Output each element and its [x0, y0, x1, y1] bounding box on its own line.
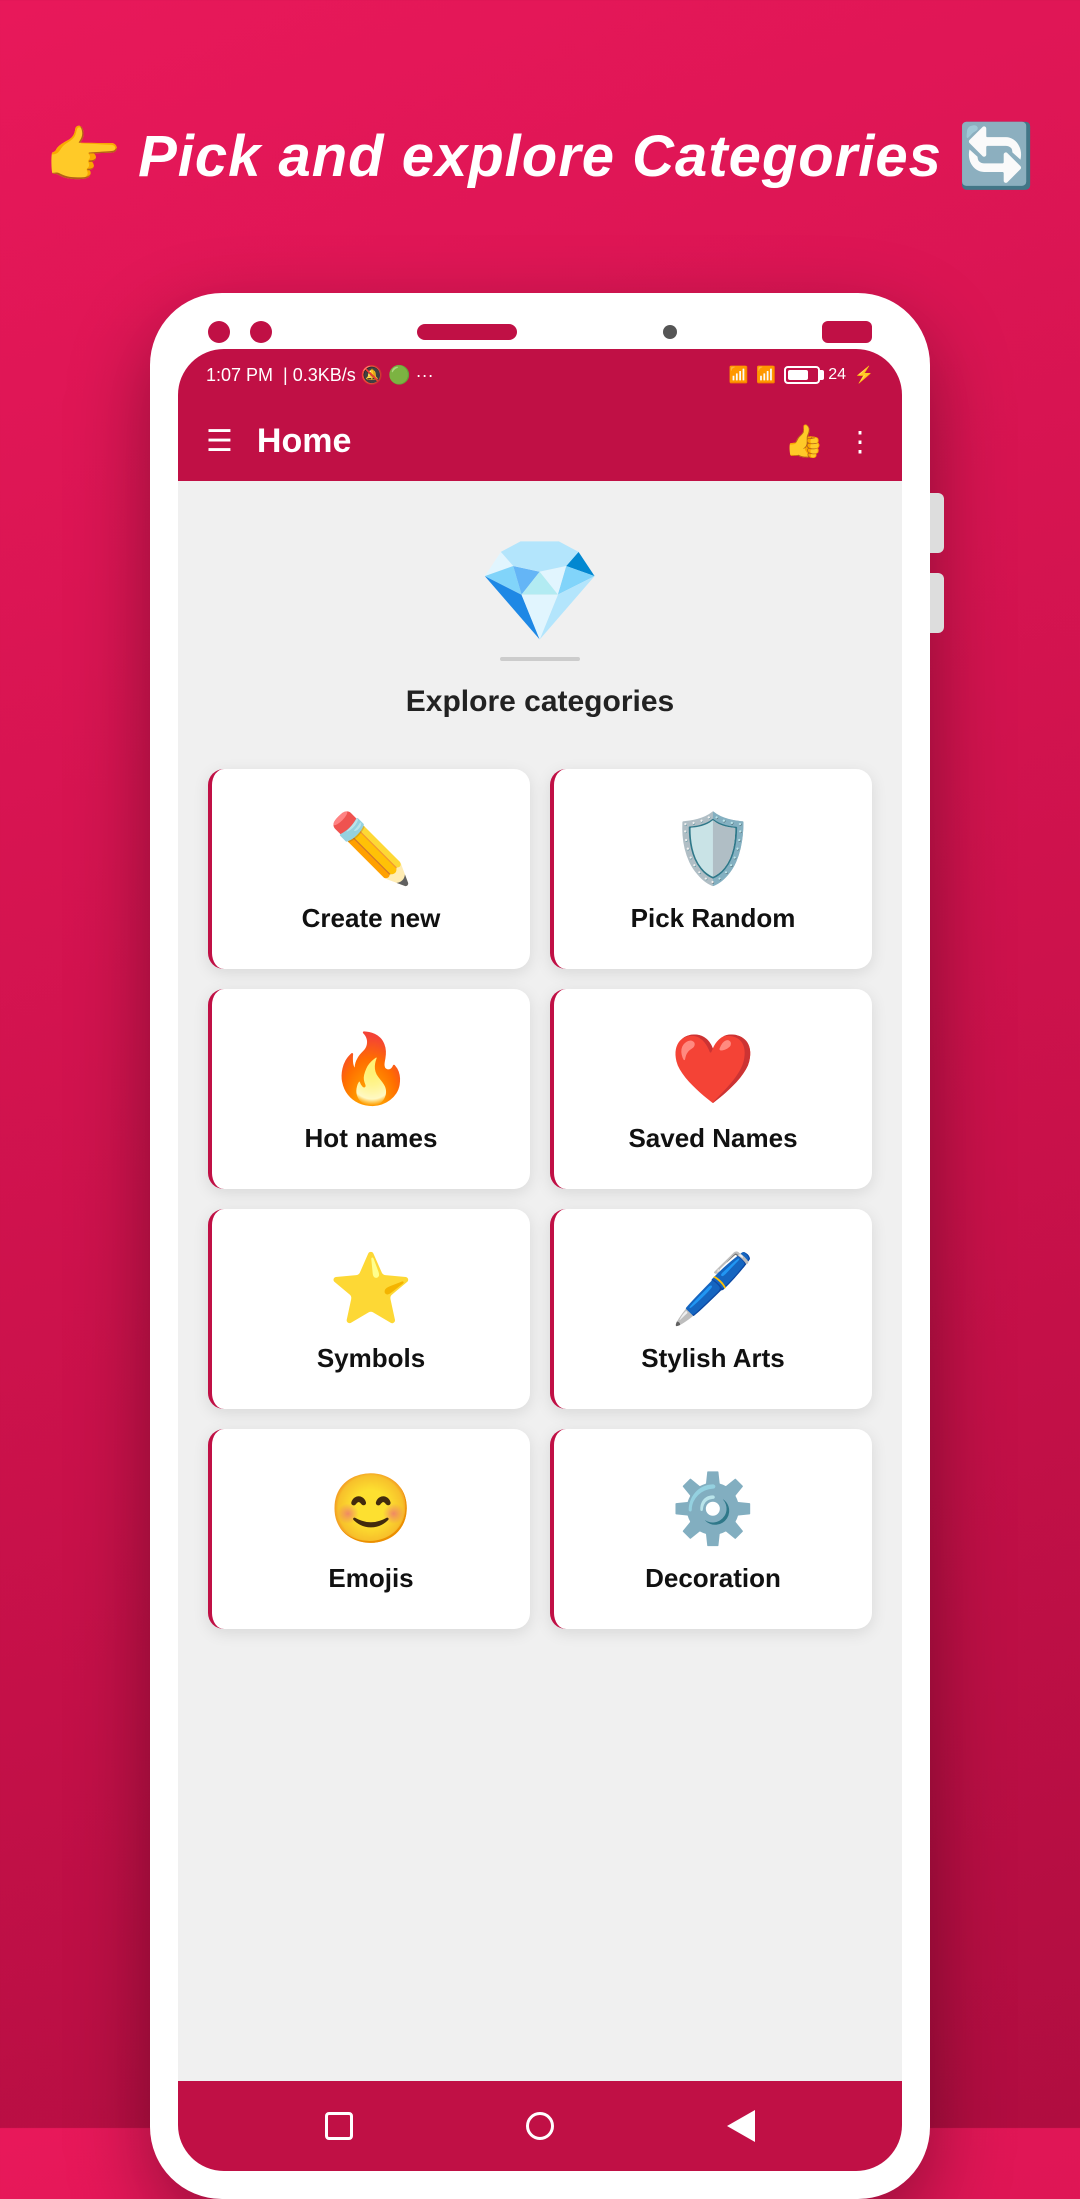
app-title: Home	[257, 422, 351, 461]
heading-emoji: 👉	[45, 120, 122, 193]
camera-area	[208, 321, 272, 343]
phone-frame: 1:07 PM | 0.3KB/s 🔕 🟢 ··· 📶 📶 24 ⚡ ☰ Hom…	[150, 293, 930, 2199]
category-card-create-new[interactable]: ✏️ Create new	[208, 769, 530, 969]
nav-home-button[interactable]	[325, 2112, 353, 2140]
pick-random-icon: 🛡️	[671, 815, 756, 883]
category-card-decoration[interactable]: ⚙️ Decoration	[550, 1429, 872, 1629]
category-card-emojis[interactable]: 😊 Emojis	[208, 1429, 530, 1629]
phone-top-bar	[178, 321, 902, 343]
like-button[interactable]: 👍	[784, 422, 824, 460]
saved-names-icon: ❤️	[671, 1035, 756, 1103]
diamond-section: 💎 Explore categories	[208, 511, 872, 769]
create-new-icon: ✏️	[329, 815, 414, 883]
hot-names-icon: 🔥	[329, 1035, 414, 1103]
decoration-label: Decoration	[645, 1563, 781, 1594]
heading-icon: 🔄	[958, 120, 1035, 193]
category-card-symbols[interactable]: ⭐ Symbols	[208, 1209, 530, 1409]
app-bar-left: ☰ Home	[206, 422, 351, 461]
diamond-divider	[500, 657, 580, 661]
symbols-label: Symbols	[317, 1343, 425, 1374]
speaker	[417, 324, 517, 340]
nav-back-icon	[727, 2110, 755, 2142]
status-bar: 1:07 PM | 0.3KB/s 🔕 🟢 ··· 📶 📶 24 ⚡	[178, 349, 902, 401]
stylish-arts-label: Stylish Arts	[641, 1343, 785, 1374]
hot-names-label: Hot names	[305, 1123, 438, 1154]
power-button	[822, 321, 872, 343]
more-options-button[interactable]: ⋮	[846, 425, 874, 458]
status-time: 1:07 PM	[206, 365, 273, 386]
bolt-icon: ⚡	[854, 365, 874, 385]
signal-icon: 📶	[756, 365, 776, 385]
nav-recents-button[interactable]	[526, 2112, 554, 2140]
camera-dot-1	[208, 321, 230, 343]
pick-random-label: Pick Random	[631, 903, 796, 934]
create-new-label: Create new	[302, 903, 441, 934]
category-card-pick-random[interactable]: 🛡️ Pick Random	[550, 769, 872, 969]
phone-screen: 1:07 PM | 0.3KB/s 🔕 🟢 ··· 📶 📶 24 ⚡ ☰ Hom…	[178, 349, 902, 2171]
heading-text: Pick and explore Categories	[138, 123, 942, 190]
battery-indicator	[784, 366, 820, 384]
category-card-saved-names[interactable]: ❤️ Saved Names	[550, 989, 872, 1189]
status-speed: | 0.3KB/s 🔕 🟢 ···	[283, 365, 434, 386]
decoration-icon: ⚙️	[671, 1475, 756, 1543]
stylish-arts-icon: 🖊️	[671, 1255, 756, 1323]
content-area: 💎 Explore categories ✏️ Create new 🛡️ Pi…	[178, 481, 902, 2081]
hamburger-menu-icon[interactable]: ☰	[206, 424, 233, 459]
nav-back-button[interactable]	[727, 2110, 755, 2142]
nav-square-icon	[325, 2112, 353, 2140]
page-heading: 👉 Pick and explore Categories 🔄	[45, 120, 1035, 193]
category-card-stylish-arts[interactable]: 🖊️ Stylish Arts	[550, 1209, 872, 1409]
status-right: 📶 📶 24 ⚡	[728, 365, 874, 385]
explore-title: Explore categories	[406, 685, 674, 719]
battery-label: 24	[828, 366, 846, 384]
status-left: 1:07 PM | 0.3KB/s 🔕 🟢 ···	[206, 365, 434, 386]
saved-names-label: Saved Names	[628, 1123, 797, 1154]
nav-circle-icon	[526, 2112, 554, 2140]
volume-down-button	[930, 573, 944, 633]
sensor-dot	[663, 325, 677, 339]
emojis-label: Emojis	[328, 1563, 413, 1594]
camera-dot-2	[250, 321, 272, 343]
app-bar-right: 👍 ⋮	[784, 422, 874, 460]
category-card-hot-names[interactable]: 🔥 Hot names	[208, 989, 530, 1189]
symbols-icon: ⭐	[329, 1255, 414, 1323]
diamond-icon: 💎	[478, 541, 603, 641]
categories-grid: ✏️ Create new 🛡️ Pick Random 🔥 Hot names…	[208, 769, 872, 1649]
bottom-nav	[178, 2081, 902, 2171]
app-bar: ☰ Home 👍 ⋮	[178, 401, 902, 481]
emojis-icon: 😊	[329, 1475, 414, 1543]
volume-up-button	[930, 493, 944, 553]
wifi-icon: 📶	[728, 365, 748, 385]
